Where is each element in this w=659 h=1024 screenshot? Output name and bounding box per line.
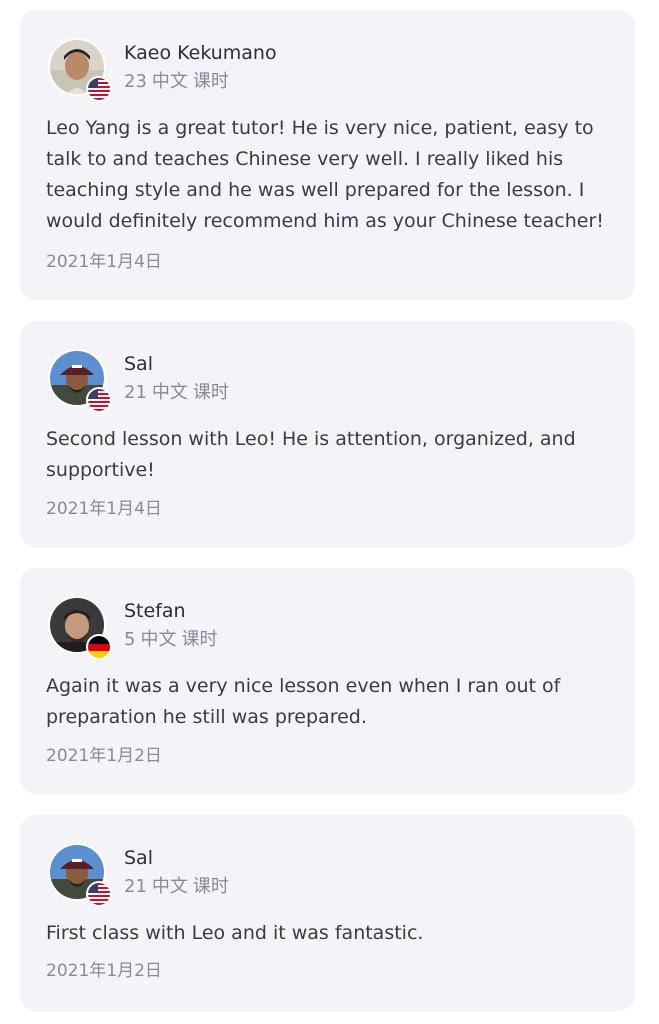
review-date: 2021年1月2日 xyxy=(46,746,162,766)
lesson-count: 21 xyxy=(124,876,147,897)
lesson-count: 5 xyxy=(124,629,136,650)
reviewer-name: Sal xyxy=(124,353,153,375)
lesson-unit: 课时 xyxy=(192,71,229,92)
review-text: Second lesson with Leo! He is attention,… xyxy=(46,428,576,481)
lesson-language: 中文 xyxy=(151,876,188,897)
lesson-language: 中文 xyxy=(151,382,188,403)
lesson-unit: 课时 xyxy=(192,382,229,403)
lesson-language: 中文 xyxy=(140,629,177,650)
lesson-language: 中文 xyxy=(151,71,188,92)
us-flag-icon xyxy=(86,76,112,102)
reviewer-name: Kaeo Kekumano xyxy=(124,42,277,64)
lesson-info: 5 中文 课时 xyxy=(124,628,222,652)
lesson-info: 23 中文 课时 xyxy=(124,70,234,94)
lesson-unit: 课时 xyxy=(192,876,229,897)
lesson-count: 21 xyxy=(124,382,147,403)
review-date: 2021年1月2日 xyxy=(46,961,162,981)
lesson-unit: 课时 xyxy=(181,629,218,650)
review-text: Again it was a very nice lesson even whe… xyxy=(46,675,561,728)
review-card: Sal 21 中文 课时 First class with Leo and it w… xyxy=(20,815,635,1011)
review-card: Kaeo Kekumano 23 中文 课时 Leo Yang is a great… xyxy=(20,10,635,300)
de-flag-icon xyxy=(86,634,112,660)
us-flag-icon xyxy=(86,387,112,413)
review-text: Leo Yang is a great tutor! He is very ni… xyxy=(46,117,604,232)
reviewer-name: Sal xyxy=(124,847,153,869)
lesson-info: 21 中文 课时 xyxy=(124,381,234,405)
reviewer-name: Stefan xyxy=(124,600,186,622)
review-text: First class with Leo and it was fantasti… xyxy=(46,922,424,944)
us-flag-icon xyxy=(86,881,112,907)
lesson-count: 23 xyxy=(124,71,147,92)
lesson-info: 21 中文 课时 xyxy=(124,875,234,899)
review-date: 2021年1月4日 xyxy=(46,499,162,519)
review-date: 2021年1月4日 xyxy=(46,252,162,272)
review-card: Sal 21 中文 课时 Second lesson with Leo! He is… xyxy=(20,321,635,547)
review-card: Stefan 5 中文 课时 Again it was a very nice le… xyxy=(20,568,635,794)
